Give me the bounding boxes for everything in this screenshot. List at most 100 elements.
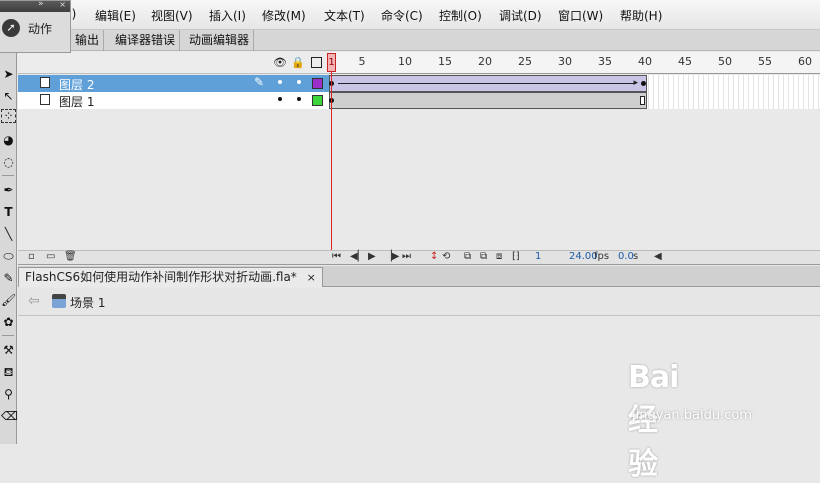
ruler-label: 20 <box>478 55 492 68</box>
menu-window[interactable]: 窗口(W) <box>558 7 603 24</box>
onion-markers-icon[interactable]: ⁅⁆ <box>512 251 520 262</box>
line-tool-icon[interactable]: ╲ <box>1 225 16 243</box>
menu-view[interactable]: 视图(V) <box>151 7 193 24</box>
menu-modify[interactable]: 修改(M) <box>262 7 306 24</box>
playhead[interactable]: 1 <box>327 53 336 72</box>
first-frame-icon[interactable]: ⏮ <box>332 251 341 262</box>
document-tab-bar: FlashCS6如何使用动作补间制作形状对折动画.fla* × <box>18 266 820 287</box>
edit-bar: ⇦ 场景 1 <box>18 288 820 316</box>
layer-row-2[interactable]: 图层 2 ✎ <box>18 75 329 92</box>
menu-insert[interactable]: 插入(I) <box>209 7 246 24</box>
tab-motion-editor[interactable]: 动画编辑器 <box>185 30 255 51</box>
ruler-label: 55 <box>758 55 772 68</box>
text-tool-icon[interactable]: T <box>1 203 16 221</box>
elapsed-time-unit: s <box>633 251 639 262</box>
menu-edit[interactable]: 编辑(E) <box>95 7 136 24</box>
stage-area[interactable] <box>18 317 820 444</box>
new-layer-icon[interactable]: ▫ <box>28 251 35 262</box>
brush-tool-icon[interactable]: 🖌 <box>1 291 16 309</box>
tools-panel: ➤ ↖ ⁘ ◕ ◌ ✒ T ╲ ⬭ ✎ 🖌 ✿ ⚒ ⛾ ⚲ ⌫ <box>0 53 18 444</box>
layer-name[interactable]: 图层 2 <box>59 76 94 93</box>
center-frame-icon[interactable]: ↕ <box>430 251 438 262</box>
menu-help[interactable]: 帮助(H) <box>620 7 662 24</box>
eraser-tool-icon[interactable]: ⌫ <box>1 407 18 425</box>
layer-row-1[interactable]: 图层 1 <box>18 92 329 109</box>
layer-name[interactable]: 图层 1 <box>59 93 94 110</box>
frames-row-1[interactable] <box>329 92 820 109</box>
subselection-tool-icon[interactable]: ↖ <box>1 87 16 105</box>
lock-icon[interactable]: 🔒 <box>291 56 305 69</box>
ruler-label: 15 <box>438 55 452 68</box>
tween-arrow <box>338 83 636 84</box>
selection-tool-icon[interactable]: ➤ <box>1 65 16 83</box>
free-transform-tool-icon[interactable]: ⁘ <box>1 109 16 123</box>
timeline-empty-area <box>18 110 820 250</box>
oval-tool-icon[interactable]: ⬭ <box>1 247 16 265</box>
panel-grip[interactable]: » × <box>0 0 70 12</box>
back-arrow-icon[interactable]: ⇦ <box>28 293 40 309</box>
close-icon[interactable]: × <box>307 271 316 284</box>
last-frame-icon[interactable]: ⏭ <box>402 251 411 262</box>
menu-control[interactable]: 控制(O) <box>439 7 482 24</box>
lasso-tool-icon[interactable]: ◌ <box>1 153 16 171</box>
close-icon[interactable]: × <box>59 0 66 9</box>
lock-dot[interactable] <box>297 97 301 101</box>
pen-tool-icon[interactable]: ✒ <box>1 181 16 199</box>
menu-debug[interactable]: 调试(D) <box>499 7 542 24</box>
outline-icon[interactable] <box>311 57 322 68</box>
actions-button[interactable]: ➚ 动作 <box>2 19 52 37</box>
static-frame-span[interactable] <box>329 92 647 109</box>
elapsed-time-value: 0.0 <box>618 251 634 262</box>
visibility-dot[interactable] <box>278 80 282 84</box>
frames-row-2[interactable]: ▸ <box>329 75 820 92</box>
frame-rate-unit: fps <box>594 251 610 262</box>
bone-tool-icon[interactable]: ⚒ <box>1 341 16 359</box>
actions-panel: » × ➚ 动作 <box>0 0 71 53</box>
loop-icon[interactable]: ⟲ <box>442 251 450 262</box>
layer-icon <box>40 77 50 88</box>
document-tab[interactable]: FlashCS6如何使用动作补间制作形状对折动画.fla* × <box>18 267 323 287</box>
onion-outline-icon[interactable]: ⧉ <box>480 251 487 262</box>
menu-text[interactable]: 文本(T) <box>324 7 365 24</box>
lock-dot[interactable] <box>297 80 301 84</box>
current-frame-readout: 1 <box>535 251 542 262</box>
actions-label: 动作 <box>28 21 53 36</box>
layer-icon <box>40 94 50 105</box>
onion-skin-icon[interactable]: ⧉ <box>464 251 471 262</box>
pencil-tool-icon[interactable]: ✎ <box>1 269 16 287</box>
delete-icon[interactable]: 🗑 <box>64 251 77 262</box>
deco-tool-icon[interactable]: ✿ <box>1 313 16 331</box>
ruler-label: 5 <box>358 55 366 68</box>
tools-divider <box>2 175 14 176</box>
ruler-label: 45 <box>678 55 692 68</box>
tab-output[interactable]: 输出 <box>71 30 105 51</box>
menu-commands[interactable]: 命令(C) <box>381 7 423 24</box>
keyframe[interactable] <box>641 81 646 86</box>
arrow-head-icon: ▸ <box>633 78 638 88</box>
paint-bucket-tool-icon[interactable]: ⛾ <box>1 363 16 381</box>
ruler-label: 30 <box>558 55 572 68</box>
ruler-label: 10 <box>398 55 412 68</box>
expand-icon[interactable]: » <box>38 0 44 9</box>
tab-compiler-errors[interactable]: 编译器错误 <box>111 30 181 51</box>
ruler-label: 60 <box>798 55 812 68</box>
menu-bar: (F) 编辑(E) 视图(V) 插入(I) 修改(M) 文本(T) 命令(C) … <box>0 0 820 30</box>
scroll-left-icon[interactable]: ◀ <box>654 251 662 262</box>
scene-name[interactable]: 场景 1 <box>70 294 105 311</box>
edit-multiple-icon[interactable]: ⧈ <box>496 251 502 262</box>
eye-icon[interactable]: 👁 <box>273 56 287 69</box>
ruler-label: 35 <box>598 55 612 68</box>
tools-divider <box>2 335 14 336</box>
prev-frame-icon[interactable]: ◀▏ <box>350 251 365 262</box>
3d-rotation-tool-icon[interactable]: ◕ <box>1 131 16 149</box>
layer-color-swatch[interactable] <box>312 78 323 89</box>
play-icon[interactable]: ▶ <box>368 251 376 262</box>
new-folder-icon[interactable]: ▭ <box>46 251 55 262</box>
visibility-dot[interactable] <box>278 97 282 101</box>
layer-color-swatch[interactable] <box>312 95 323 106</box>
ruler-label: 40 <box>638 55 652 68</box>
next-frame-icon[interactable]: ▕▶ <box>384 251 399 262</box>
motion-tween-span[interactable]: ▸ <box>329 75 647 92</box>
frame-ruler[interactable]: 1 5 10 15 20 25 30 35 40 45 50 55 60 <box>329 52 820 74</box>
eyedropper-tool-icon[interactable]: ⚲ <box>1 385 16 403</box>
